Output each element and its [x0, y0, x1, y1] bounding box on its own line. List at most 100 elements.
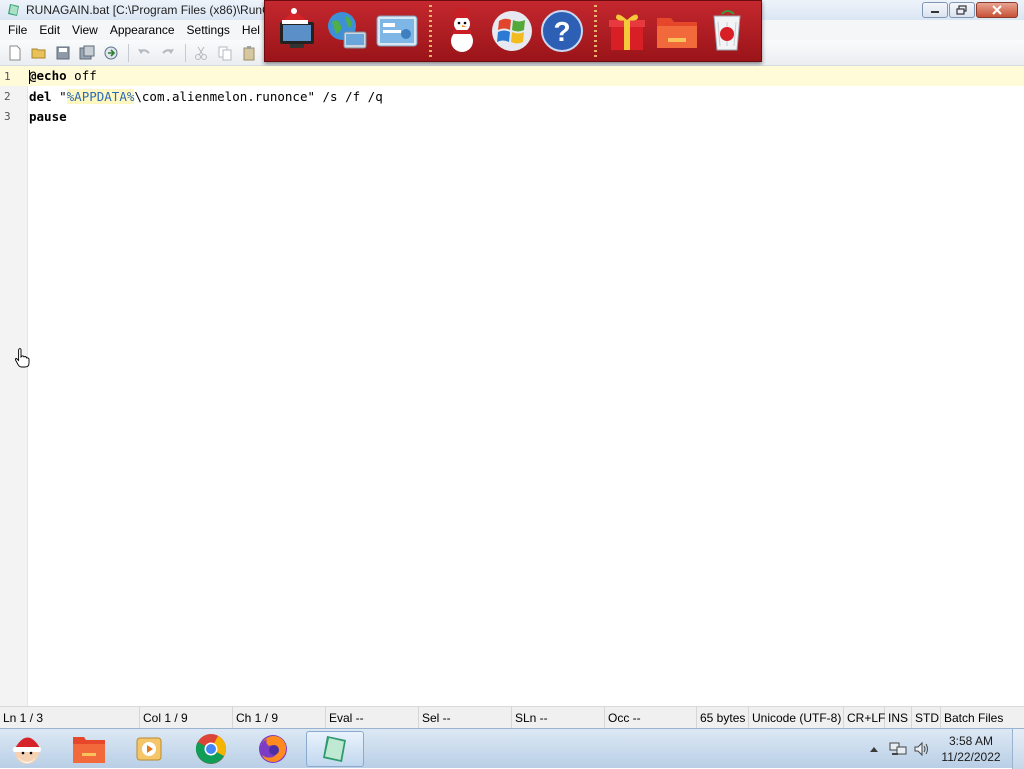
taskbar-chrome[interactable] [182, 731, 240, 767]
help-icon[interactable]: ? [538, 7, 586, 55]
browse-icon [104, 46, 118, 59]
code-text[interactable]: del "%APPDATA%\com.alienmelon.runonce" /… [28, 88, 383, 104]
start-santa-icon [13, 737, 41, 764]
speaker-icon [914, 741, 928, 757]
redo-button[interactable] [157, 42, 179, 64]
open-folder-icon [31, 48, 46, 58]
taskbar: 3:58 AM 11/22/2022 [0, 728, 1024, 769]
minimize-icon [931, 11, 939, 13]
volume-tray-button[interactable] [912, 739, 932, 759]
restore-icon [956, 5, 967, 15]
status-selected-lines: SLn -- [512, 706, 605, 729]
code-token: off [66, 68, 97, 84]
status-column: Col 1 / 9 [140, 706, 233, 729]
undo-icon [138, 48, 150, 54]
control-panel-icon[interactable] [373, 7, 421, 55]
menu-help[interactable]: Hel [236, 20, 266, 40]
snowman-icon[interactable] [438, 7, 486, 55]
line-number: 1 [4, 69, 11, 83]
taskbar-file-explorer[interactable] [60, 731, 118, 767]
copy-button[interactable] [214, 42, 236, 64]
show-desktop-button[interactable] [1012, 729, 1024, 769]
recycle-bin-icon[interactable] [703, 7, 751, 55]
menu-settings[interactable]: Settings [181, 20, 236, 40]
paste-icon [243, 45, 255, 60]
close-button[interactable] [976, 2, 1018, 18]
windows-logo-icon[interactable] [488, 7, 536, 55]
menu-file[interactable]: File [2, 20, 33, 40]
dock-separator [594, 5, 597, 57]
code-text[interactable]: @echo off [28, 68, 97, 84]
line-number: 2 [4, 89, 11, 103]
dock-separator [429, 5, 432, 57]
globe-monitor-icon[interactable] [323, 7, 371, 55]
status-char: Ch 1 / 9 [233, 706, 326, 729]
code-line[interactable]: 2 del "%APPDATA%\com.alienmelon.runonce" … [0, 86, 1024, 106]
menu-edit[interactable]: Edit [33, 20, 66, 40]
status-line-endings[interactable]: CR+LF [844, 706, 885, 729]
taskbar-notepad2[interactable] [306, 731, 364, 767]
status-line: Ln 1 / 3 [0, 706, 140, 729]
notepad-app-icon [7, 3, 21, 17]
status-bar: Ln 1 / 3 Col 1 / 9 Ch 1 / 9 Eval -- Sel … [0, 706, 1024, 729]
save-as-button[interactable] [76, 42, 98, 64]
code-variable: %APPDATA% [66, 88, 135, 104]
save-button[interactable] [52, 42, 74, 64]
taskbar-media-player[interactable] [120, 731, 178, 767]
show-hidden-icons-button[interactable] [864, 739, 884, 759]
media-player-icon [136, 737, 162, 761]
status-mode[interactable]: STD [912, 706, 941, 729]
toolbar-separator [185, 43, 186, 62]
line-number-gutter [0, 66, 28, 706]
code-line[interactable]: 1 @echo off [0, 66, 1024, 86]
code-line[interactable]: 3 pause [0, 106, 1024, 126]
code-text[interactable]: pause [28, 109, 67, 124]
toolbar-separator [128, 43, 129, 62]
status-occurrences: Occ -- [605, 706, 697, 729]
notepad2-icon [323, 736, 346, 762]
floating-dock: ? [264, 0, 762, 62]
new-file-button[interactable] [4, 42, 26, 64]
network-icon [889, 742, 907, 755]
chrome-icon [195, 734, 226, 764]
network-tray-button[interactable] [888, 739, 908, 759]
close-icon [992, 5, 1002, 15]
status-file-size: 65 bytes [697, 706, 749, 729]
firefox-icon [259, 735, 287, 763]
santa-computer-icon[interactable] [273, 7, 321, 55]
start-button[interactable] [0, 731, 54, 767]
code-keyword: pause [29, 108, 67, 124]
save-icon [56, 46, 70, 59]
folder-icon [73, 737, 105, 763]
gift-box-icon[interactable] [603, 7, 651, 55]
menu-appearance[interactable]: Appearance [104, 20, 181, 40]
new-file-icon [9, 45, 21, 60]
code-token: \com.alienmelon.runonce" /s /f /q [134, 88, 383, 104]
status-insert-mode[interactable]: INS [885, 706, 912, 729]
menu-view[interactable]: View [66, 20, 104, 40]
clock-date: 11/22/2022 [941, 750, 1001, 764]
paste-button[interactable] [238, 42, 260, 64]
undo-button[interactable] [133, 42, 155, 64]
open-button[interactable] [28, 42, 50, 64]
restore-button[interactable] [949, 2, 975, 18]
system-tray: 3:58 AM 11/22/2022 [864, 729, 1024, 769]
clock[interactable]: 3:58 AM 11/22/2022 [936, 733, 1006, 765]
clock-time: 3:58 AM [948, 734, 994, 748]
code-keyword: del [29, 88, 52, 104]
status-encoding[interactable]: Unicode (UTF-8) [749, 706, 844, 729]
status-selection: Sel -- [419, 706, 512, 729]
redo-icon [162, 48, 174, 54]
code-keyword: @echo [29, 68, 67, 84]
minimize-button[interactable] [922, 2, 948, 18]
status-eval: Eval -- [326, 706, 419, 729]
code-token: " [51, 88, 67, 104]
status-lexer[interactable]: Batch Files [941, 707, 1023, 729]
browse-button[interactable] [100, 42, 122, 64]
text-editor[interactable]: 1 @echo off 2 del "%APPDATA%\com.alienmelon… [0, 66, 1024, 706]
hand-cursor-icon [14, 348, 30, 368]
svg-text:?: ? [553, 16, 570, 47]
folder-icon[interactable] [653, 7, 701, 55]
taskbar-firefox[interactable] [244, 731, 302, 767]
cut-button[interactable] [190, 42, 212, 64]
